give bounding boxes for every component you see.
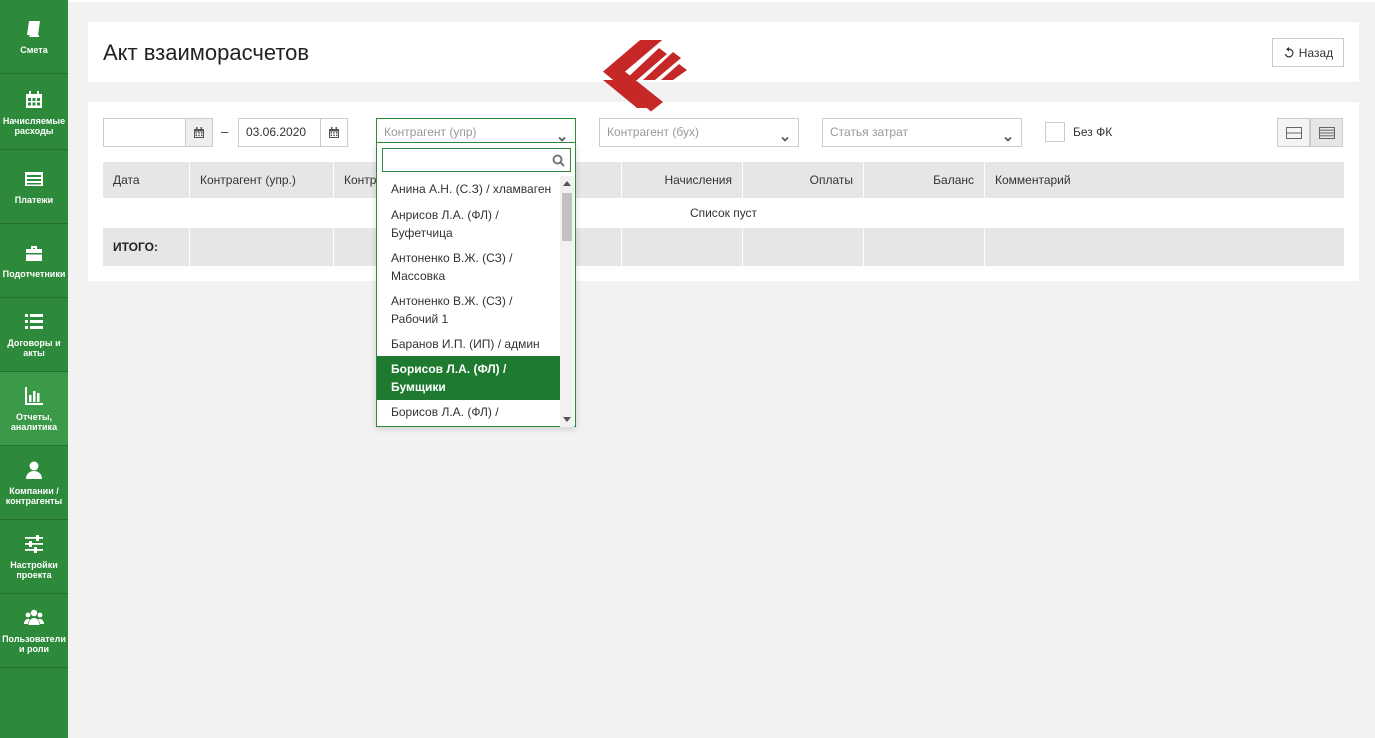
column-header-accruals[interactable]: Начисления [622,162,743,198]
column-header-payments[interactable]: Оплаты [743,162,864,198]
users-icon [24,609,44,625]
sidebar-item-label: Пользователи и роли [2,633,66,654]
table-footer: ИТОГО: [103,229,1344,266]
sidebar-item-label: Смета [20,44,48,55]
date-separator: – [221,124,229,139]
column-header-comment[interactable]: Комментарий [985,162,1344,198]
dropdown-option[interactable]: Баранов И.П. (ИП) / админ [377,331,561,357]
table-header: Дата Контрагент (упр.) Контр Начисления … [103,162,1344,198]
sidebar-item-label: Начисляемые расходы [2,115,66,136]
rows-compact-icon [1285,126,1302,139]
column-header-contractor-mgmt[interactable]: Контрагент (упр.) [190,162,334,198]
sidebar-item-accrued-expenses[interactable]: Начисляемые расходы [0,76,68,150]
top-bar [68,0,1375,2]
back-button[interactable]: Назад [1272,38,1344,67]
rows-dense-icon [1318,126,1335,139]
list-icon [25,313,43,329]
no-fk-checkbox[interactable] [1045,122,1065,142]
date-to-calendar-button[interactable] [320,118,348,147]
contractor-mgmt-dropdown: Анина А.Н. (С.З) / хламваген Анрисов Л.А… [376,142,576,427]
sidebar-item-payments[interactable]: Платежи [0,150,68,224]
calendar-icon [194,126,204,138]
scroll-up-icon[interactable] [563,181,571,186]
sidebar-item-label: Отчеты, аналитика [10,411,58,432]
dropdown-option[interactable]: Борисов Л.А. (ФЛ) / реквизиторщик [377,399,561,427]
sidebar-item-label: Платежи [14,194,54,205]
footer-cell [622,229,743,266]
dropdown-option[interactable]: Антоненко В.Ж. (СЗ) / Массовка [377,245,561,289]
no-fk-label: Без ФК [1073,125,1113,139]
sidebar-item-estimate[interactable]: Смета [0,0,68,74]
dropdown-option[interactable]: Анина А.Н. (С.З) / хламваген [377,176,561,202]
calendar-icon [26,90,42,108]
scrollbar-thumb[interactable] [562,193,572,241]
chevron-down-icon [557,127,567,142]
sidebar-item-label: Подотчетники [2,268,66,279]
dropdown-option-selected[interactable]: Борисов Л.А. (ФЛ) / Бумщики [377,356,561,400]
sidebar: Смета Начисляемые расходы Платежи Подотч… [0,0,68,738]
sidebar-item-accountables[interactable]: Подотчетники [0,224,68,298]
date-from-calendar-button[interactable] [185,118,213,147]
cost-item-select[interactable]: Статья затрат [822,118,1022,147]
contractor-acc-select[interactable]: Контрагент (бух) [599,118,799,147]
user-icon [26,461,42,479]
dropdown-options: Анина А.Н. (С.З) / хламваген Анрисов Л.А… [377,176,561,427]
search-icon [552,154,565,167]
cost-item-placeholder: Статья затрат [830,125,909,139]
sliders-icon [25,534,43,553]
contractor-mgmt-placeholder: Контрагент (упр) [384,125,477,139]
sidebar-item-project-settings[interactable]: Настройки проекта [0,520,68,594]
dropdown-option[interactable]: Антоненко В.Ж. (СЗ) / Рабочий 1 [377,288,561,332]
main-panel: – 03.06.2020 Контрагент (упр) Контрагент… [88,102,1359,281]
sidebar-item-label: Настройки проекта [10,559,58,580]
dropdown-search-input[interactable] [383,149,543,171]
column-header-date[interactable]: Дата [103,162,190,198]
list-card-icon [25,171,43,186]
date-from-input[interactable] [103,118,186,147]
back-button-label: Назад [1298,45,1334,60]
sidebar-item-users[interactable]: Пользователи и роли [0,594,68,668]
bar-chart-icon [25,386,43,405]
chevron-down-icon [1003,127,1013,142]
book-icon [27,20,40,37]
column-header-balance[interactable]: Баланс [864,162,985,198]
footer-cell [103,229,190,266]
title-panel: Акт взаиморасчетов Назад [88,22,1359,82]
view-compact-button[interactable] [1277,118,1310,147]
calendar-icon [329,126,339,138]
dropdown-scrollbar[interactable] [560,176,574,427]
view-dense-button[interactable] [1310,118,1343,147]
date-to-input[interactable]: 03.06.2020 [238,118,321,147]
scroll-down-icon[interactable] [563,417,571,422]
sidebar-item-label: Компании / контрагенты [5,485,63,506]
dropdown-search[interactable] [382,148,571,172]
page-title: Акт взаиморасчетов [103,40,310,65]
sidebar-item-reports[interactable]: Отчеты, аналитика [0,372,68,446]
empty-list-message: Список пуст [103,198,1344,229]
chevron-arrows-logo [603,40,687,112]
dropdown-option[interactable]: Анрисов Л.А. (ФЛ) / Буфетчица [377,202,561,246]
sidebar-item-contracts[interactable]: Договоры и акты [0,298,68,372]
sidebar-item-label: Договоры и акты [7,337,61,358]
footer-cell [743,229,864,266]
sidebar-item-companies[interactable]: Компании / контрагенты [0,446,68,520]
chevron-down-icon [780,127,790,142]
briefcase-icon [26,245,42,261]
footer-cell [190,229,334,266]
contractor-acc-placeholder: Контрагент (бух) [607,125,699,139]
undo-icon [1284,46,1294,57]
footer-cell [864,229,985,266]
